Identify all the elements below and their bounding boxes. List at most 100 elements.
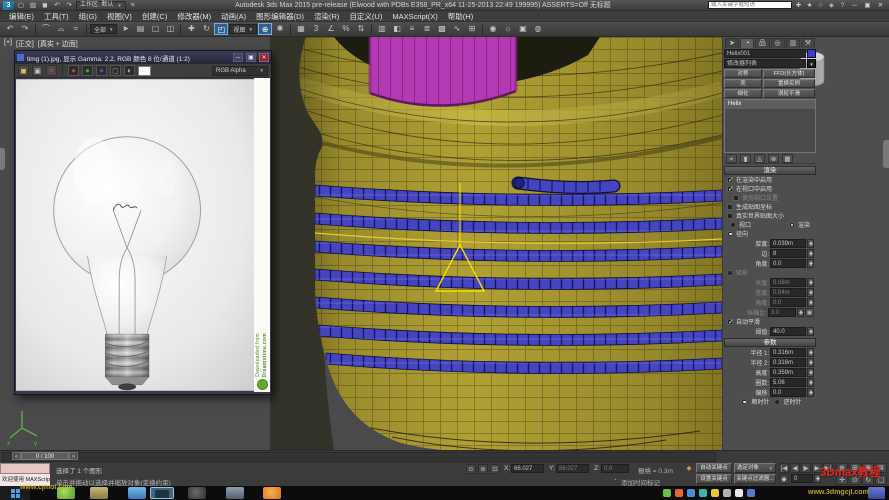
- length-field[interactable]: 0.08m: [770, 278, 806, 287]
- radius1-spinner[interactable]: [807, 348, 814, 357]
- selection-filter-dropdown[interactable]: 全部 ▼: [90, 24, 117, 34]
- radius2-field[interactable]: 0.316m: [770, 358, 806, 367]
- tab-hierarchy[interactable]: 品: [755, 38, 769, 48]
- menu-group[interactable]: 组(G): [74, 11, 102, 22]
- renderer-radio[interactable]: [789, 222, 795, 228]
- favorites-icon[interactable]: ★: [805, 1, 814, 10]
- time-slider-value[interactable]: 0 / 100: [21, 452, 69, 460]
- align-icon[interactable]: ≡: [405, 23, 419, 35]
- viewport-scene[interactable]: [270, 37, 722, 450]
- key-mode-toggle-icon[interactable]: ◆: [779, 474, 789, 484]
- show-end-result-icon[interactable]: ▮: [740, 154, 751, 163]
- generate-mapping-coords-checkbox[interactable]: [727, 204, 733, 210]
- menu-maxscript[interactable]: MAXScript(X): [387, 11, 442, 22]
- cw-radio[interactable]: [741, 399, 747, 405]
- taskbar-app-3-icon[interactable]: [128, 487, 146, 499]
- close-button[interactable]: ✕: [875, 1, 886, 10]
- aspect-spinner[interactable]: [797, 308, 804, 317]
- help-icon[interactable]: ?: [838, 1, 847, 10]
- tray-icon-2[interactable]: [675, 489, 683, 497]
- stack-item-helix[interactable]: Helix: [725, 100, 815, 109]
- material-editor-icon[interactable]: ◉: [486, 23, 500, 35]
- tray-icon-5[interactable]: [711, 489, 719, 497]
- turns-field[interactable]: 5.06: [770, 378, 806, 387]
- select-scale-icon[interactable]: ◰: [214, 23, 228, 35]
- select-link-icon[interactable]: ⌒: [39, 23, 53, 35]
- threshold-spinner[interactable]: [807, 327, 814, 336]
- angle2-spinner[interactable]: [807, 298, 814, 307]
- schematic-view-icon[interactable]: ⊞: [465, 23, 479, 35]
- open-file-icon[interactable]: ▨: [28, 1, 38, 10]
- tab-motion[interactable]: ◎: [771, 38, 785, 48]
- clone-image-icon[interactable]: ▣: [32, 65, 43, 76]
- width-field[interactable]: 0.04m: [770, 288, 806, 297]
- modifier-stack[interactable]: Helix: [724, 99, 816, 153]
- length-spinner[interactable]: [807, 278, 814, 287]
- next-frame-arrow[interactable]: >: [69, 452, 78, 460]
- threshold-field[interactable]: 40.0: [770, 327, 806, 336]
- viewer-close-button[interactable]: ✕: [259, 53, 269, 62]
- go-to-start-icon[interactable]: |◀: [779, 463, 789, 473]
- rectangular-radio[interactable]: [727, 270, 733, 276]
- auto-smooth-checkbox[interactable]: [727, 319, 733, 325]
- width-spinner[interactable]: [807, 288, 814, 297]
- modifier-button-symmetry[interactable]: 对称: [724, 69, 762, 78]
- search-input[interactable]: [708, 1, 792, 9]
- image-viewer-canvas[interactable]: dreamstime Downloaded from Dreamstime.co…: [16, 78, 270, 392]
- restore-button[interactable]: ▣: [862, 1, 873, 10]
- key-filter-mode-dropdown[interactable]: 选定对象 ▼: [734, 463, 776, 473]
- menu-rendering[interactable]: 渲染(R): [309, 11, 344, 22]
- curve-editor-icon[interactable]: ∿: [450, 23, 464, 35]
- configure-modifier-sets-icon[interactable]: ▦: [782, 154, 793, 163]
- layer-manager-icon[interactable]: ≣: [420, 23, 434, 35]
- height-spinner[interactable]: [807, 368, 814, 377]
- angle-spinner[interactable]: [807, 259, 814, 268]
- minimize-button[interactable]: ─: [849, 1, 860, 10]
- real-world-map-size-checkbox[interactable]: [727, 213, 733, 219]
- rollout-rendering-header[interactable]: 渲染: [724, 166, 816, 175]
- select-rotate-icon[interactable]: ↻: [199, 23, 213, 35]
- render-production-icon[interactable]: ◍: [531, 23, 545, 35]
- viewer-minimize-button[interactable]: ─: [233, 53, 243, 62]
- viewport-left-handle[interactable]: [0, 148, 5, 170]
- menu-edit[interactable]: 编辑(E): [4, 11, 39, 22]
- modifier-button-shell[interactable]: 壳: [724, 79, 762, 88]
- viewport-pov-label[interactable]: [正交]: [16, 39, 34, 49]
- angle2-field[interactable]: 0.0: [770, 298, 806, 307]
- window-crossing-icon[interactable]: ◫: [163, 23, 177, 35]
- modifier-button-tessellate[interactable]: 细化: [724, 89, 762, 98]
- mirror-icon[interactable]: ◧: [390, 23, 404, 35]
- make-unique-icon[interactable]: ◬: [754, 154, 765, 163]
- ribbon-toggle-icon[interactable]: ▩: [435, 23, 449, 35]
- taskbar-app-2-icon[interactable]: [90, 487, 108, 499]
- menu-icon[interactable]: ≡: [128, 1, 138, 10]
- pin-stack-icon[interactable]: ⌖: [726, 154, 737, 163]
- angle-field[interactable]: 0.0: [770, 259, 806, 268]
- ccw-radio[interactable]: [774, 399, 780, 405]
- green-channel-toggle[interactable]: ●: [82, 65, 93, 76]
- select-object-icon[interactable]: ➤: [118, 23, 132, 35]
- menu-help[interactable]: 帮助(H): [443, 11, 478, 22]
- select-manipulate-icon[interactable]: ✱: [273, 23, 287, 35]
- object-name-field[interactable]: Helix001: [724, 49, 806, 58]
- use-viewport-settings-checkbox[interactable]: [733, 195, 739, 201]
- turns-spinner[interactable]: [807, 378, 814, 387]
- save-image-icon[interactable]: ◼: [18, 65, 29, 76]
- aspect-field[interactable]: 3.0: [768, 308, 796, 317]
- absolute-offset-toggle-icon[interactable]: ⊡: [490, 464, 500, 474]
- reference-coordinate-dropdown[interactable]: 视图 ▼: [229, 24, 256, 34]
- modifier-button-displace[interactable]: 置换实例: [763, 79, 815, 88]
- tray-icon-1[interactable]: [663, 489, 671, 497]
- delete-image-icon[interactable]: ✕: [46, 65, 57, 76]
- time-slider-handle[interactable]: < 0 / 100 >: [12, 452, 78, 460]
- isolate-selection-icon[interactable]: ⊙: [466, 464, 476, 474]
- image-viewer-titlebar[interactable]: timg (1).jpg, 显示 Gamma: 2.2, RGB 颜色 8 位/…: [15, 51, 271, 64]
- tab-display[interactable]: ▥: [786, 38, 800, 48]
- thickness-field[interactable]: 0.039m: [770, 239, 806, 248]
- new-scene-icon[interactable]: ▢: [16, 1, 26, 10]
- tray-icon-3[interactable]: [687, 489, 695, 497]
- play-animation-icon[interactable]: ▶: [801, 463, 811, 473]
- taskbar-active-app-icon[interactable]: [150, 487, 174, 499]
- tab-utilities[interactable]: ⚒: [801, 38, 815, 48]
- sides-spinner[interactable]: [807, 249, 814, 258]
